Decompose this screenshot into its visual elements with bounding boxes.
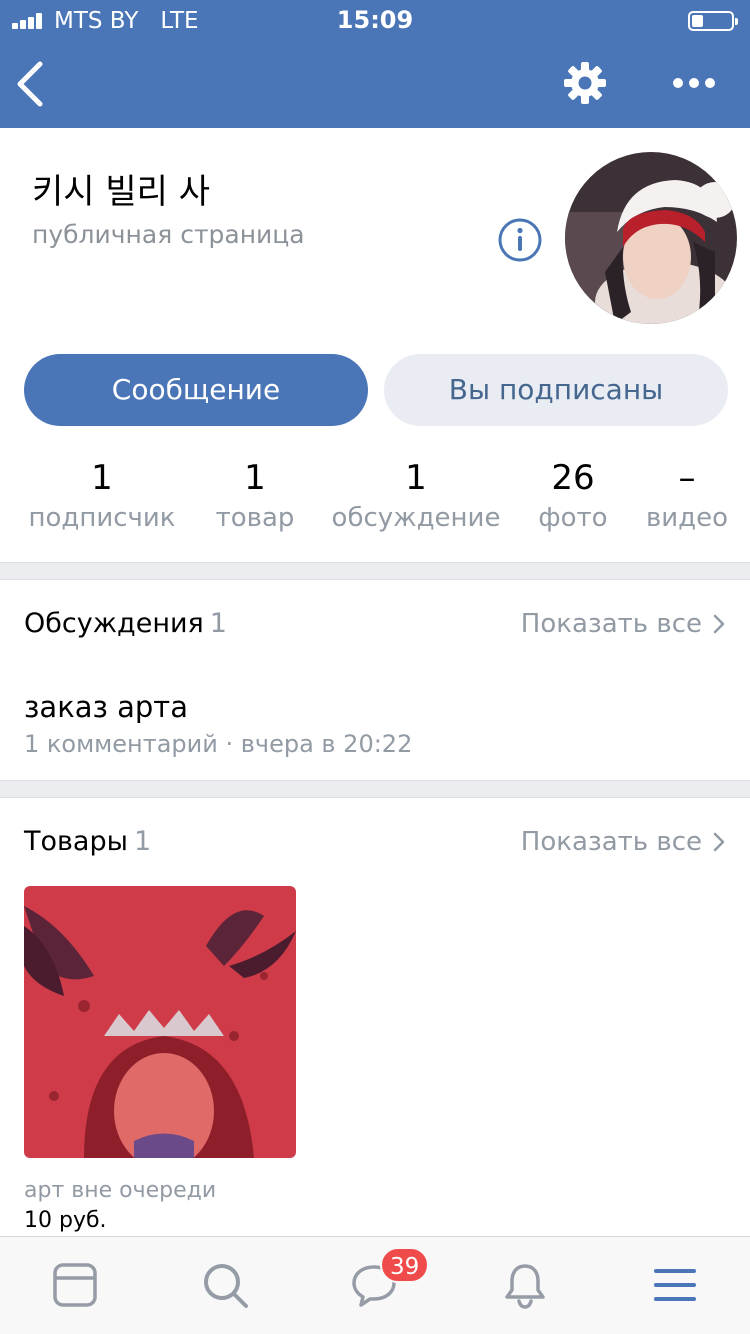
status-time: 15:09 [336, 6, 414, 34]
discussions-title: Обсуждения 1 [24, 608, 227, 639]
product-name: арт вне очереди [24, 1178, 217, 1203]
stat-value: 1 [91, 458, 113, 498]
product-image[interactable] [24, 886, 296, 1158]
battery-icon [688, 11, 738, 31]
avatar[interactable] [565, 152, 737, 324]
discussions-show-all[interactable]: Показать все [521, 606, 726, 642]
profile-name: 키시 빌리 사 [32, 172, 211, 212]
info-button[interactable] [497, 217, 543, 263]
products-count: 1 [133, 826, 152, 857]
tab-news[interactable] [51, 1261, 99, 1309]
product-price: 10 руб. [24, 1208, 107, 1233]
back-button[interactable] [14, 60, 48, 108]
discussion-item-meta: 1 комментарий · вчера в 20:22 [24, 730, 413, 758]
avatar-image [565, 152, 737, 324]
messages-badge: 39 [380, 1247, 430, 1283]
section-divider [0, 780, 750, 798]
discussion-item-title[interactable]: заказ арта [24, 688, 188, 726]
stat-value: 1 [244, 458, 266, 498]
products-title: Товары 1 [24, 826, 152, 857]
tab-menu[interactable] [651, 1261, 699, 1309]
stat-videos[interactable]: – видео [636, 455, 738, 535]
info-icon [498, 218, 542, 262]
products-show-all[interactable]: Показать все [521, 824, 726, 860]
battery-level [692, 15, 703, 27]
stat-products[interactable]: 1 товар [196, 455, 314, 535]
settings-button[interactable] [562, 60, 608, 106]
stat-label: обсуждение [331, 503, 501, 533]
message-button[interactable]: Сообщение [24, 354, 368, 426]
search-icon [204, 1264, 248, 1308]
stat-value: – [678, 458, 696, 498]
notifications-icon [505, 1264, 545, 1309]
stat-label: фото [538, 503, 608, 533]
stats-row: 1 подписчик 1 товар 1 обсуждение 26 фото… [0, 455, 750, 545]
tab-bar: 39 [0, 1236, 750, 1334]
stat-subscribers[interactable]: 1 подписчик [16, 455, 188, 535]
more-button[interactable] [670, 68, 718, 98]
chevron-left-icon [17, 61, 43, 107]
section-divider [0, 562, 750, 580]
stat-label: товар [215, 503, 295, 533]
status-bar: MTS BY LTE 15:09 [0, 0, 750, 40]
subscribed-button[interactable]: Вы подписаны [384, 354, 728, 426]
stat-discussions[interactable]: 1 обсуждение [326, 455, 506, 535]
discussions-count: 1 [209, 608, 227, 639]
chevron-right-icon [713, 614, 725, 634]
stat-label: видео [645, 503, 729, 533]
tab-search[interactable] [201, 1261, 249, 1309]
stat-label: подписчик [28, 503, 176, 533]
stat-value: 1 [405, 458, 427, 498]
chevron-right-icon [713, 832, 725, 852]
top-bar: MTS BY LTE 15:09 [0, 0, 750, 128]
tab-notifications[interactable] [501, 1261, 549, 1309]
stat-value: 26 [551, 458, 595, 498]
stat-photos[interactable]: 26 фото [522, 455, 624, 535]
menu-icon [654, 1269, 696, 1301]
gear-icon [564, 62, 606, 104]
product-picture [24, 886, 296, 1158]
profile-type: публичная страница [32, 220, 305, 249]
news-icon [53, 1263, 97, 1307]
more-dots-icon [673, 78, 715, 88]
